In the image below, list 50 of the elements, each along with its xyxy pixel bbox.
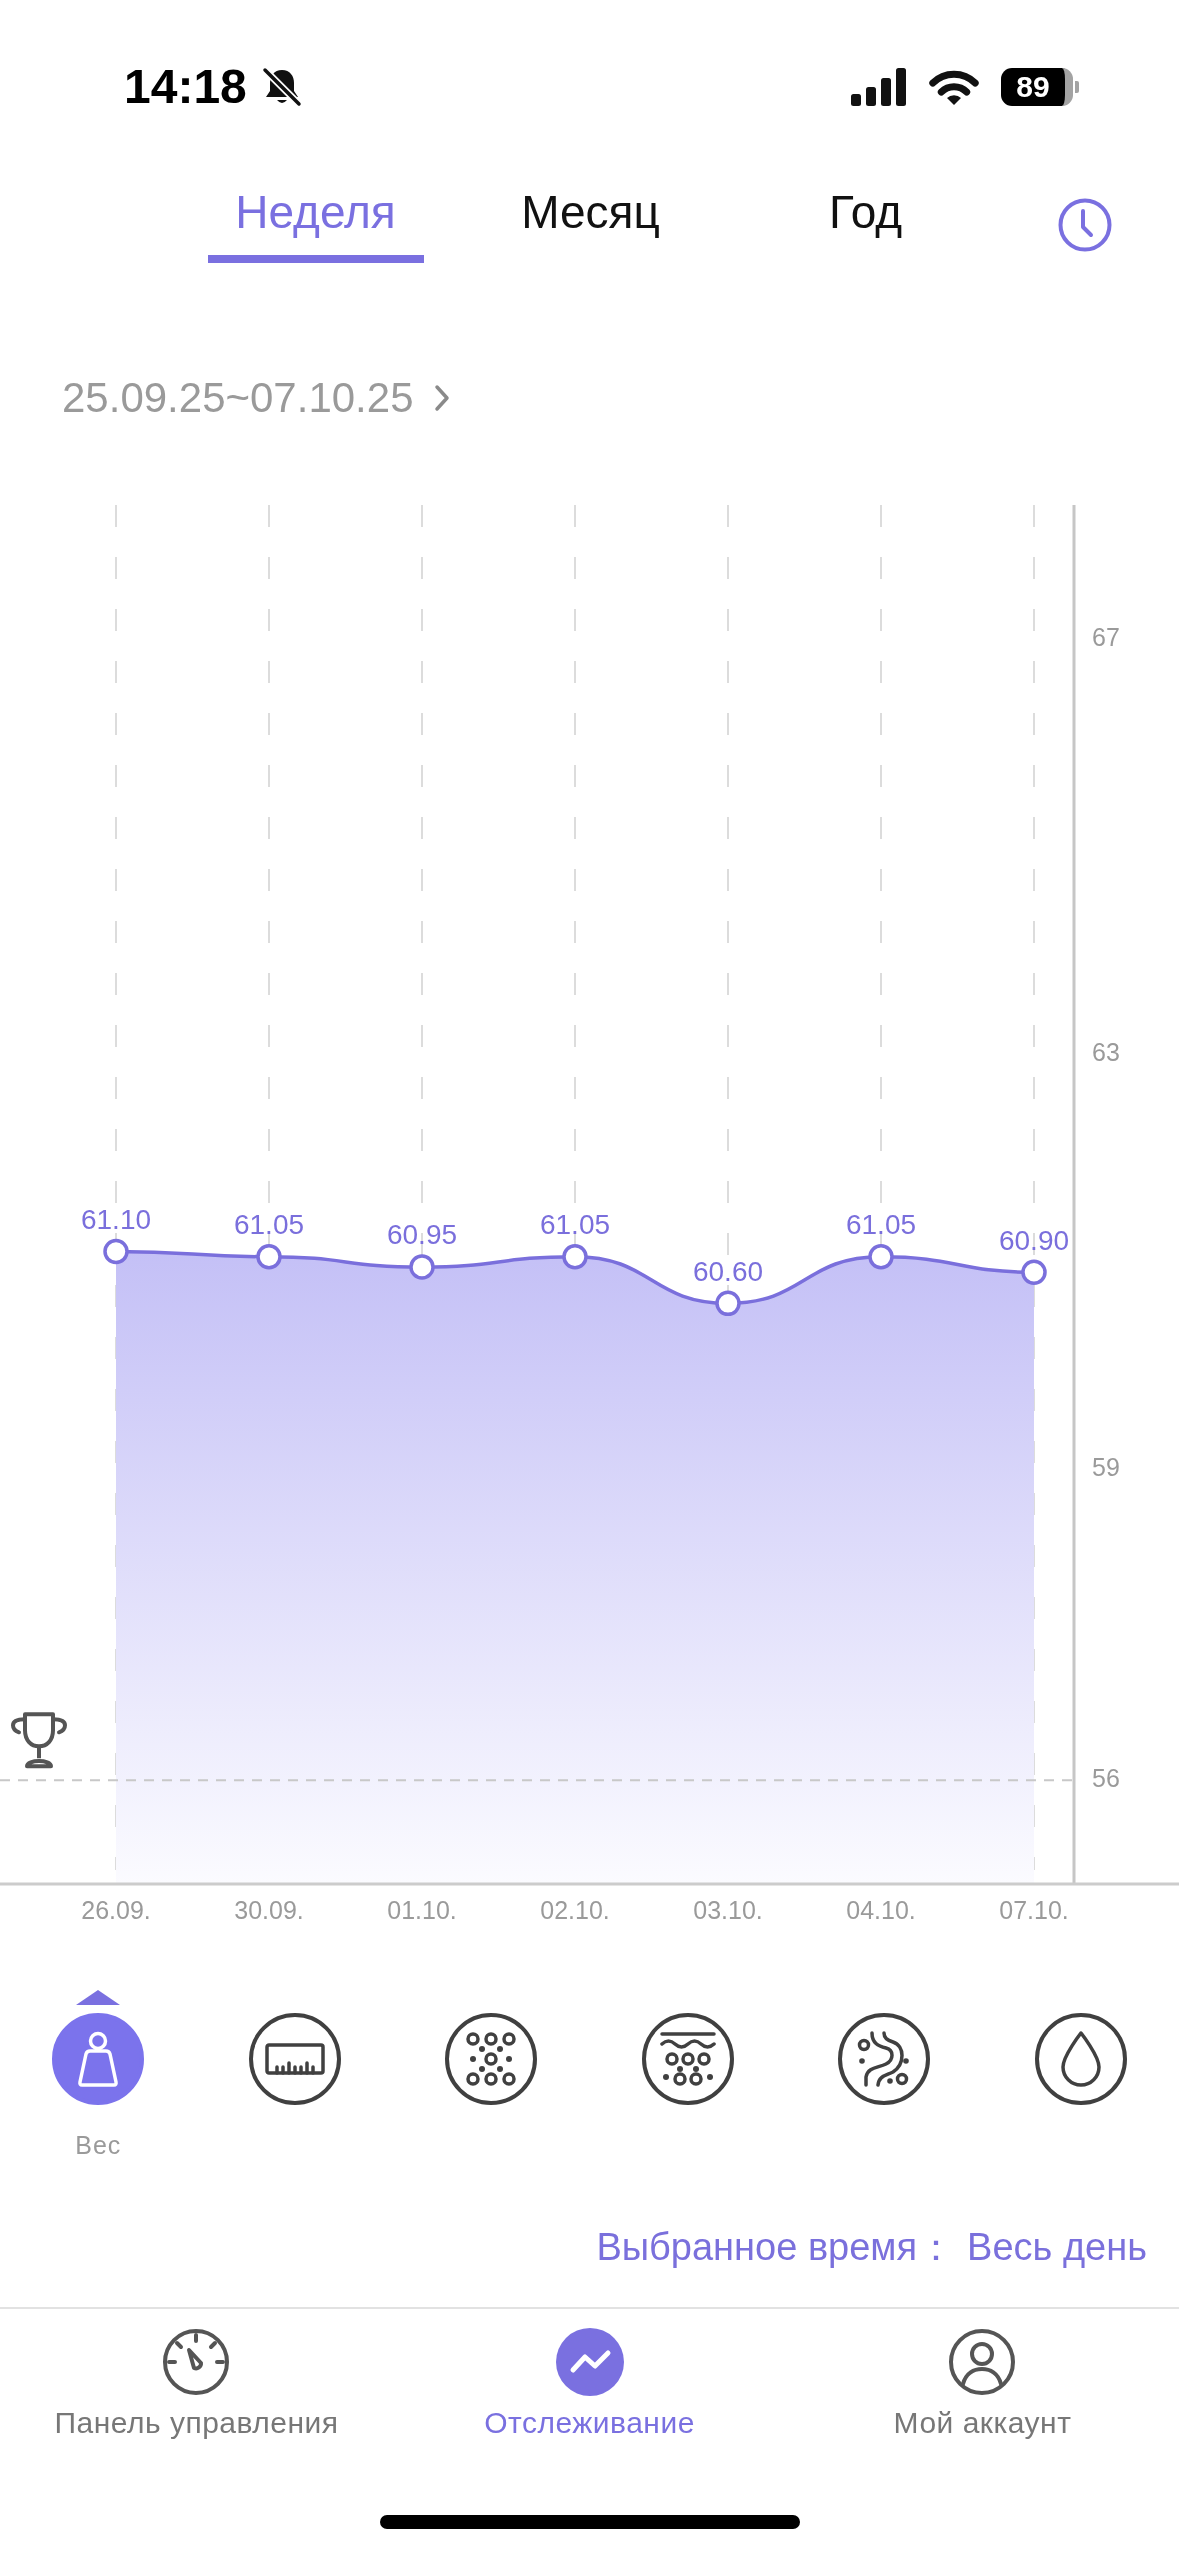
point (409, 1254, 435, 1280)
wave-dots-icon (659, 2031, 716, 2087)
battery-percentage: 89 (1001, 68, 1073, 106)
chevron-right-icon (433, 384, 450, 412)
trend-chart-icon (555, 2328, 624, 2396)
nav-tab[interactable]: Панель управления (54, 2328, 339, 2490)
x-axis-label: 04.10. (846, 1895, 916, 1924)
data-label: 61.05 (845, 1209, 917, 1241)
time-period-button[interactable]: Весь день (967, 2227, 1147, 2266)
signal-icon (851, 68, 907, 106)
data-label: 60.90 (998, 1224, 1070, 1256)
data-label: 60.95 (386, 1219, 458, 1251)
nav-tab[interactable]: Отслеживание (484, 2328, 695, 2490)
data-label: 61.05 (233, 1209, 305, 1241)
x-axis-label: 01.10. (387, 1895, 457, 1924)
y-axis-label: 63 (1092, 1038, 1120, 1067)
x-axis-label: 07.10. (999, 1895, 1069, 1924)
data-label: 60.60 (692, 1255, 764, 1287)
point (715, 1290, 741, 1317)
x-axis-label: 03.10. (693, 1895, 763, 1924)
tab[interactable]: Месяц (482, 189, 699, 263)
y-axis-label: 67 (1092, 623, 1120, 652)
bell-slash-icon (260, 67, 303, 107)
point (868, 1243, 894, 1270)
clock-icon[interactable] (1058, 198, 1112, 252)
triangle-indicator-icon (76, 1990, 121, 2005)
water-drop-icon (1060, 2031, 1101, 2087)
data-label: 61.10 (80, 1203, 152, 1235)
point (562, 1243, 588, 1270)
wifi-icon (927, 68, 981, 106)
metric-label: Вес (75, 2133, 122, 2158)
selected-time-label: Выбранное время： (596, 2227, 956, 2266)
data-label: 61.05 (539, 1209, 611, 1241)
ruler-icon (264, 2043, 325, 2075)
date-range-button[interactable]: 25.09.25~07.10.25 (62, 377, 450, 419)
tab[interactable]: Неделя (207, 189, 424, 263)
status-time: 14:18 (124, 63, 247, 111)
x-axis-label: 02.10. (540, 1895, 610, 1924)
point (256, 1243, 282, 1270)
y-axis-label: 59 (1092, 1452, 1120, 1481)
point (1021, 1259, 1047, 1286)
y-axis-label: 56 (1092, 1763, 1120, 1792)
point (103, 1238, 129, 1265)
x-axis-label: 30.09. (234, 1895, 304, 1924)
gauge-icon (162, 2328, 231, 2396)
nav-tab[interactable]: Мой аккаунт (893, 2328, 1072, 2490)
user-icon (948, 2328, 1017, 2396)
tab[interactable]: Год (757, 189, 974, 263)
x-axis-label: 26.09. (81, 1895, 151, 1924)
trophy-icon (13, 1714, 65, 1767)
